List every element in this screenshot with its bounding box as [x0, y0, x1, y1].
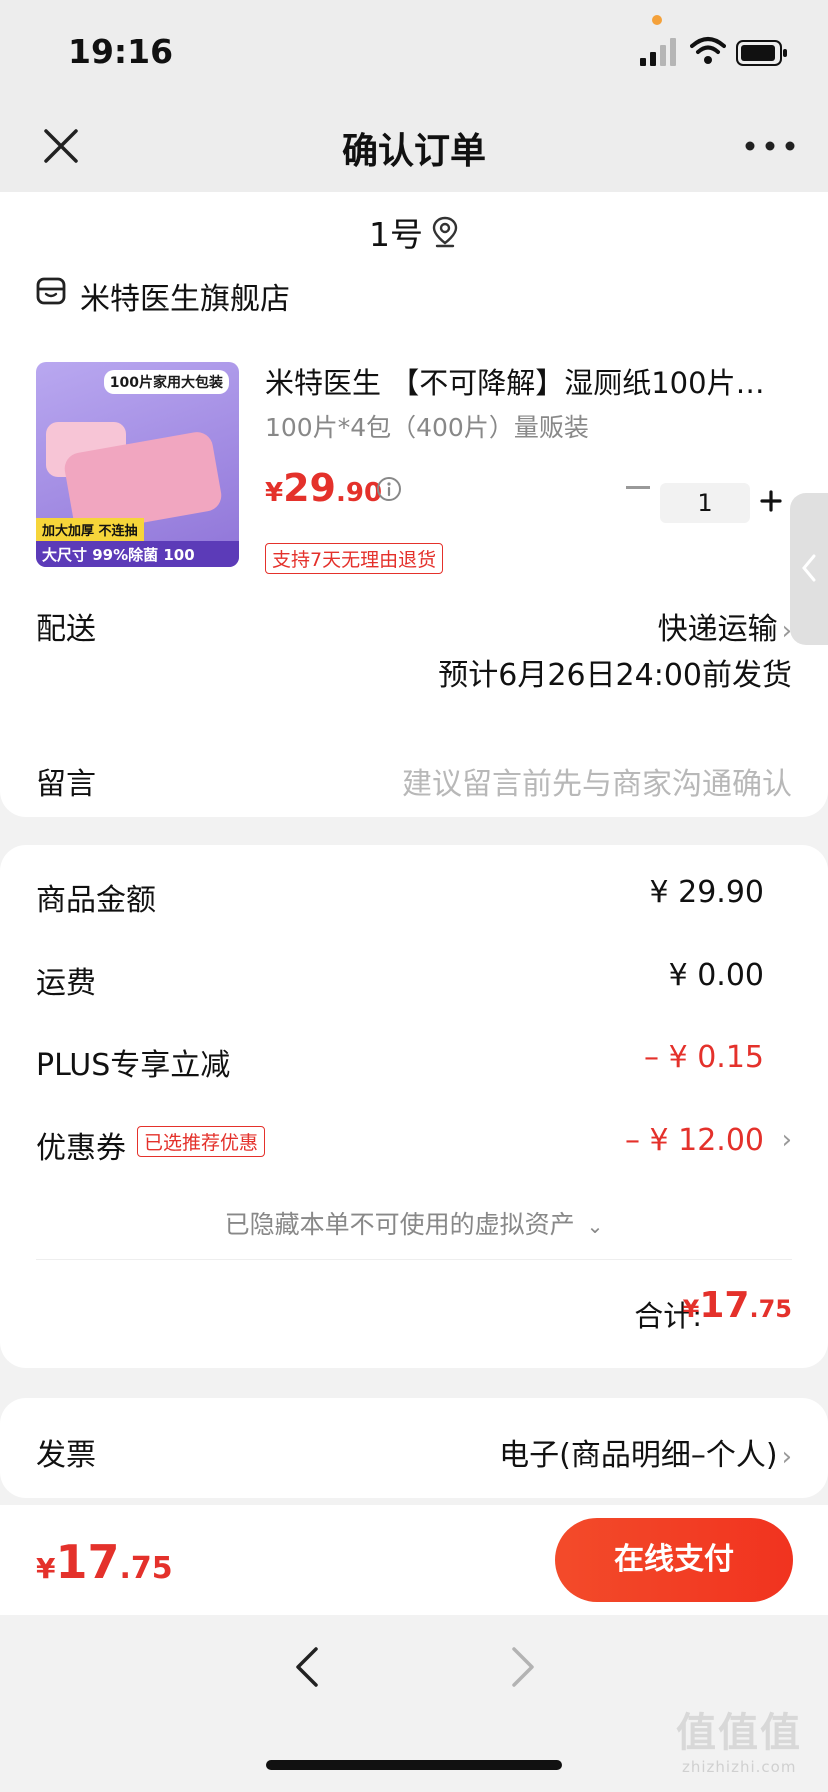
- plus-discount-value: – ¥ 0.15: [644, 1040, 764, 1075]
- total-decimal: .75: [749, 1295, 792, 1323]
- status-time: 19:16: [68, 32, 174, 71]
- thumbnail-tag: 加大加厚 不连抽: [36, 518, 144, 541]
- battery-icon: [736, 40, 787, 66]
- goods-amount-value: ¥ 29.90: [649, 875, 764, 910]
- total-integer: 17: [699, 1285, 750, 1326]
- product-title[interactable]: 米特医生 【不可降解】湿厕纸100片…: [265, 360, 795, 402]
- payment-integer: 17: [55, 1535, 120, 1589]
- forward-arrow-icon[interactable]: [506, 1645, 540, 1689]
- coupon-status-badge: 已选推荐优惠: [137, 1126, 266, 1157]
- back-arrow-icon[interactable]: [290, 1645, 324, 1689]
- location-pin-icon: [432, 216, 458, 248]
- payment-decimal: .75: [119, 1551, 173, 1586]
- thumbnail-banner: 大尺寸 99%除菌 100: [36, 541, 239, 567]
- pay-online-button[interactable]: 在线支付: [555, 1518, 793, 1602]
- freight-label: 运费: [36, 966, 96, 1001]
- total-currency: ¥: [682, 1295, 700, 1323]
- side-drawer-handle[interactable]: [790, 493, 828, 645]
- product-thumbnail[interactable]: 100片家用大包装 加大加厚 不连抽 大尺寸 99%除菌 100: [36, 362, 239, 567]
- coupon-value[interactable]: – ¥ 12.00: [625, 1123, 764, 1158]
- payment-total: ¥17.75: [36, 1535, 173, 1589]
- chevron-down-icon: ⌄: [586, 1214, 604, 1238]
- refund-policy-badge: 支持7天无理由退货: [265, 543, 444, 574]
- hidden-assets-toggle[interactable]: 已隐藏本单不可使用的虚拟资产 ⌄: [0, 1205, 828, 1241]
- product-price: ¥29.90: [265, 466, 382, 510]
- plus-discount-label: PLUS专享立减: [36, 1048, 231, 1083]
- invoice-value-text: 电子(商品明细–个人): [499, 1438, 778, 1473]
- hidden-assets-text: 已隐藏本单不可使用的虚拟资产: [224, 1210, 575, 1239]
- divider: [36, 1259, 792, 1260]
- price-currency: ¥: [265, 478, 284, 508]
- shipping-method[interactable]: 快递运输 ›: [658, 604, 792, 648]
- message-input[interactable]: 建议留言前先与商家沟通确认: [402, 759, 792, 803]
- wifi-icon: [690, 37, 726, 64]
- goods-amount-label: 商品金额: [36, 883, 156, 918]
- chevron-right-icon: ›: [781, 616, 792, 646]
- freight-value: ¥ 0.00: [668, 958, 764, 993]
- total-value: ¥17.75: [683, 1285, 792, 1326]
- chevron-right-icon: ›: [781, 1442, 792, 1472]
- chevron-left-icon: [802, 554, 816, 582]
- price-integer: 29: [283, 466, 336, 510]
- message-label: 留言: [36, 767, 96, 802]
- address-text: 1号: [369, 215, 423, 254]
- chevron-right-icon[interactable]: ›: [782, 1125, 792, 1155]
- store-icon: [36, 277, 66, 305]
- watermark-logo: 值值值: [676, 1710, 802, 1756]
- payment-currency: ¥: [36, 1552, 56, 1585]
- signal-icon: [640, 38, 676, 66]
- watermark-url: zhizhizhi.com: [682, 1758, 797, 1776]
- quantity-input[interactable]: 1: [660, 483, 750, 523]
- thumbnail-headline: 100片家用大包装: [103, 370, 229, 394]
- quantity-decrease-button[interactable]: [626, 486, 650, 489]
- shipping-eta: 预计6月26日24:00前发货: [438, 658, 792, 693]
- info-icon[interactable]: [376, 476, 402, 502]
- product-spec: 100片*4包（400片）量贩装: [265, 413, 589, 442]
- more-icon[interactable]: [740, 132, 800, 160]
- shipping-method-text: 快递运输: [657, 612, 778, 647]
- shipping-label: 配送: [36, 612, 96, 647]
- store-name[interactable]: 米特医生旗舰店: [80, 274, 290, 318]
- privacy-indicator-dot: [652, 15, 662, 25]
- page-title: 确认订单: [341, 131, 486, 172]
- quantity-increase-button[interactable]: [760, 490, 782, 512]
- home-indicator[interactable]: [266, 1760, 562, 1770]
- invoice-value[interactable]: 电子(商品明细–个人) ›: [499, 1430, 792, 1474]
- invoice-label: 发票: [36, 1438, 96, 1473]
- address-bar[interactable]: 1号: [0, 192, 828, 272]
- coupon-label[interactable]: 优惠券: [36, 1123, 126, 1167]
